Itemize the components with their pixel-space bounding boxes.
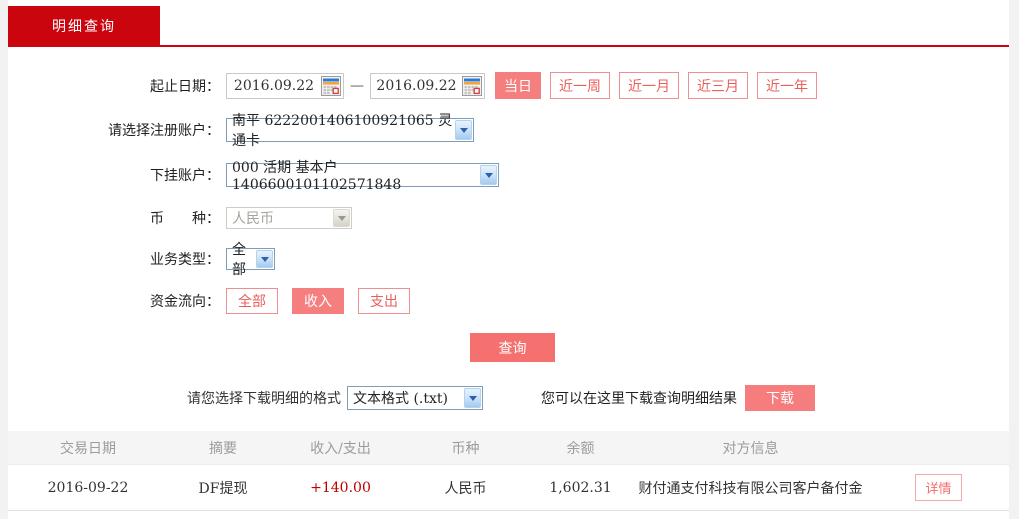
download-hint: 您可以在这里下载查询明细结果 (541, 391, 737, 407)
chevron-down-icon (333, 209, 350, 227)
cell-amount: +140.00 (310, 479, 371, 496)
table-header: 交易日期 摘要 收入/支出 币种 余额 对方信息 (8, 431, 1009, 465)
calendar-icon[interactable] (321, 75, 341, 96)
cell-summary: DF提现 (198, 480, 248, 497)
date-range-row: 起止日期： 2016.09.22 — 2016.09.22 当日 近一周 近一月… (8, 72, 1009, 99)
sub-account-row: 下挂账户： 000 活期 基本户 1406600101102571848 (8, 160, 1009, 193)
header-balance: 余额 (566, 440, 595, 457)
download-format-label: 请您选择下载明细的格式 (187, 391, 341, 407)
cell-counterparty: 财付通支付科技有限公司客户备付金 (638, 480, 863, 497)
detail-query-page: 明细查询 起止日期： 2016.09.22 — 2016.09.22 当日 近一… (0, 0, 1019, 519)
chevron-down-icon (256, 250, 273, 268)
fund-flow-row: 资金流向： 全部 收入 支出 (8, 288, 1009, 314)
end-date-value: 2016.09.22 (376, 77, 457, 94)
query-button[interactable]: 查询 (470, 333, 555, 362)
header-trade-date: 交易日期 (60, 440, 116, 457)
chevron-down-icon (464, 388, 481, 408)
range-today-button[interactable]: 当日 (495, 72, 541, 99)
chevron-down-icon (455, 120, 472, 140)
range-last-week-button[interactable]: 近一周 (550, 72, 610, 99)
currency-select: 人民币 (226, 207, 352, 229)
flow-income-button[interactable]: 收入 (292, 288, 344, 314)
register-account-label: 请选择注册账户： (108, 123, 220, 139)
business-type-select[interactable]: 全部 (226, 242, 275, 278)
date-range-label: 起止日期： (150, 78, 220, 95)
detail-button[interactable]: 详情 (915, 474, 962, 501)
header-income-expense: 收入/支出 (310, 440, 371, 457)
flow-all-button[interactable]: 全部 (226, 288, 278, 314)
chevron-down-icon (480, 165, 497, 185)
cell-actions: 详情 (868, 474, 1009, 501)
range-last-year-button[interactable]: 近一年 (757, 72, 817, 99)
cell-balance: 1,602.31 (549, 479, 612, 496)
results-table: 交易日期 摘要 收入/支出 币种 余额 对方信息 2016-09-22 DF提现… (8, 431, 1009, 511)
flow-expense-button[interactable]: 支出 (358, 288, 410, 314)
register-account-value: 南平 6222001406100921065 灵通卡 (232, 113, 453, 149)
currency-label: 币 种： (150, 211, 220, 227)
query-form: 起止日期： 2016.09.22 — 2016.09.22 当日 近一周 近一月… (8, 47, 1009, 362)
date-separator: — (350, 77, 364, 94)
header-counterparty: 对方信息 (722, 440, 779, 457)
business-type-row: 业务类型： 全部 (8, 242, 1009, 278)
range-last-month-button[interactable]: 近一月 (619, 72, 679, 99)
download-row: 请您选择下载明细的格式 文本格式 (.txt) 您可以在这里下载查询明细结果 下… (187, 385, 1009, 411)
cell-currency: 人民币 (444, 480, 487, 497)
cell-trade-date: 2016-09-22 (47, 479, 129, 496)
table-row: 2016-09-22 DF提现 +140.00 人民币 1,602.31 财付通… (8, 465, 1009, 511)
register-account-row: 请选择注册账户： 南平 6222001406100921065 灵通卡 (8, 113, 1009, 149)
start-date-value: 2016.09.22 (233, 77, 315, 94)
sub-account-label: 下挂账户： (150, 168, 220, 184)
tab-bar: 明细查询 (8, 0, 1009, 47)
sub-account-value: 000 活期 基本户 1406600101102571848 (232, 160, 402, 193)
sub-account-select[interactable]: 000 活期 基本户 1406600101102571848 (226, 160, 499, 193)
currency-row: 币 种： 人民币 (8, 207, 1009, 229)
download-format-select[interactable]: 文本格式 (.txt) (347, 386, 483, 410)
fund-flow-label: 资金流向： (150, 294, 220, 310)
range-last-3-months-button[interactable]: 近三月 (688, 72, 748, 99)
currency-value: 人民币 (232, 211, 274, 227)
download-button[interactable]: 下载 (745, 385, 815, 411)
start-date-input[interactable]: 2016.09.22 (226, 72, 344, 99)
query-button-row: 查询 (8, 333, 1009, 362)
download-format-value: 文本格式 (.txt) (353, 391, 448, 407)
business-type-label: 业务类型： (150, 252, 220, 268)
header-currency: 币种 (451, 440, 480, 457)
tab-detail-query[interactable]: 明细查询 (8, 6, 160, 45)
calendar-icon[interactable] (462, 75, 482, 96)
business-type-value: 全部 (232, 242, 246, 278)
content-panel: 明细查询 起止日期： 2016.09.22 — 2016.09.22 当日 近一… (8, 0, 1009, 519)
header-summary: 摘要 (209, 440, 237, 457)
end-date-input[interactable]: 2016.09.22 (370, 72, 485, 99)
register-account-select[interactable]: 南平 6222001406100921065 灵通卡 (226, 113, 474, 149)
